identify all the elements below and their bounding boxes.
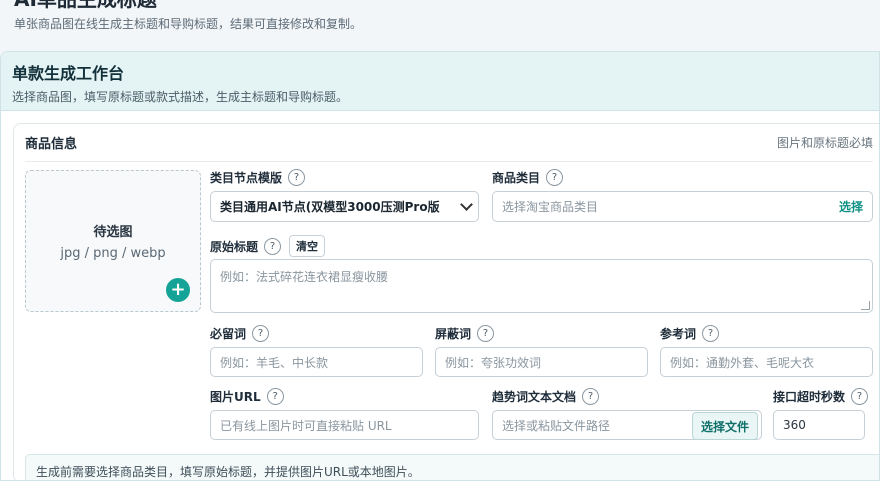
category-label: 商品类目 ? — [492, 169, 564, 186]
trend-doc-placeholder: 选择或粘贴文件路径 — [502, 418, 611, 433]
card-title: 商品信息 — [25, 137, 78, 152]
page-header: AI单品生成标题 单张商品图在线生成主标题和导购标题，结果可直接修改和复制。 — [14, 0, 874, 32]
clear-title-button[interactable]: 清空 — [289, 235, 326, 257]
blocked-label-text: 屏蔽词 — [435, 327, 472, 341]
chevron-down-icon — [460, 198, 473, 211]
image-url-label: 图片URL ? — [210, 388, 284, 405]
image-url-label-text: 图片URL — [210, 390, 261, 404]
workbench-panel: 单款生成工作台 选择商品图，填写原标题或款式描述，生成主标题和导购标题。 商品信… — [0, 51, 880, 481]
must-keep-input[interactable]: 例如：羊毛、中长款 — [210, 347, 423, 377]
reference-input[interactable]: 例如：通勤外套、毛呢大衣 — [660, 347, 873, 377]
reference-help-icon[interactable]: ? — [702, 325, 720, 342]
must-keep-help-icon[interactable]: ? — [252, 325, 270, 342]
image-formats: jpg / png / webp — [60, 246, 166, 261]
category-label-text: 商品类目 — [492, 171, 541, 185]
template-select[interactable]: 类目通用AI节点(双模型3000压测Pro版 — [210, 191, 479, 222]
original-title-placeholder: 例如：法式碎花连衣裙显瘦收腰 — [220, 270, 389, 284]
image-placeholder-label: 待选图 — [93, 225, 133, 240]
original-title-label-text: 原始标题 — [210, 239, 259, 254]
template-label: 类目节点模版 ? — [210, 169, 306, 186]
reference-label-text: 参考词 — [660, 327, 697, 341]
original-title-help-icon[interactable]: ? — [264, 237, 282, 255]
original-title-textarea[interactable]: 例如：法式碎花连衣裙显瘦收腰 — [210, 259, 873, 313]
category-help-icon[interactable]: ? — [546, 169, 564, 186]
timeout-value: 360 — [783, 418, 806, 432]
trend-doc-help-icon[interactable]: ? — [582, 388, 600, 405]
template-label-text: 类目节点模版 — [210, 171, 283, 185]
trend-doc-input[interactable]: 选择或粘贴文件路径 选择文件 — [492, 410, 762, 440]
workbench-title: 单款生成工作台 — [12, 64, 125, 83]
resize-handle[interactable] — [861, 301, 870, 310]
category-select-button[interactable]: 选择 — [839, 198, 863, 215]
workbench-subtitle: 选择商品图，填写原标题或款式描述，生成主标题和导购标题。 — [12, 90, 349, 104]
timeout-help-icon[interactable]: ? — [851, 388, 869, 405]
category-field[interactable]: 选择淘宝商品类目 选择 — [492, 191, 873, 222]
image-url-help-icon[interactable]: ? — [266, 388, 284, 405]
timeout-input[interactable]: 360 — [773, 410, 865, 440]
reference-placeholder: 例如：通勤外套、毛呢大衣 — [670, 355, 815, 370]
image-url-input[interactable]: 已有线上图片时可直接粘贴 URL — [210, 410, 479, 440]
blocked-label: 屏蔽词 ? — [435, 325, 495, 342]
original-title-label: 原始标题 ? 清空 — [210, 235, 326, 257]
blocked-input[interactable]: 例如：夸张功效词 — [435, 347, 648, 377]
must-keep-label-text: 必留词 — [210, 327, 247, 341]
card-header: 商品信息 图片和原标题必填 — [25, 124, 873, 162]
template-help-icon[interactable]: ? — [288, 169, 306, 186]
must-keep-label: 必留词 ? — [210, 325, 270, 342]
timeout-label: 接口超时秒数 ? — [773, 388, 869, 405]
image-url-placeholder: 已有线上图片时可直接粘贴 URL — [220, 418, 392, 433]
blocked-help-icon[interactable]: ? — [477, 325, 495, 342]
choose-file-button[interactable]: 选择文件 — [691, 412, 758, 440]
image-drop-zone[interactable]: 待选图 jpg / png / webp + — [25, 170, 201, 312]
must-keep-placeholder: 例如：羊毛、中长款 — [220, 355, 329, 370]
category-placeholder: 选择淘宝商品类目 — [502, 200, 599, 214]
page-title: AI单品生成标题 — [14, 0, 874, 12]
add-image-button[interactable]: + — [166, 278, 190, 302]
required-hint: 图片和原标题必填 — [776, 136, 873, 150]
plus-icon: + — [170, 279, 186, 300]
blocked-placeholder: 例如：夸张功效词 — [445, 355, 542, 370]
workbench-header: 单款生成工作台 选择商品图，填写原标题或款式描述，生成主标题和导购标题。 — [1, 52, 879, 111]
trend-doc-label-text: 趋势词文本文档 — [492, 390, 577, 404]
timeout-label-text: 接口超时秒数 — [773, 390, 846, 404]
trend-doc-label: 趋势词文本文档 ? — [492, 388, 600, 405]
template-select-value: 类目通用AI节点(双模型3000压测Pro版 — [220, 200, 440, 214]
page-subtitle: 单张商品图在线生成主标题和导购标题，结果可直接修改和复制。 — [14, 17, 363, 31]
product-info-card: 商品信息 图片和原标题必填 待选图 jpg / png / webp + 类目节… — [13, 123, 879, 480]
bottom-note: 生成前需要选择商品类目，填写原始标题，并提供图片URL或本地图片。 — [25, 454, 879, 480]
reference-label: 参考词 ? — [660, 325, 720, 342]
